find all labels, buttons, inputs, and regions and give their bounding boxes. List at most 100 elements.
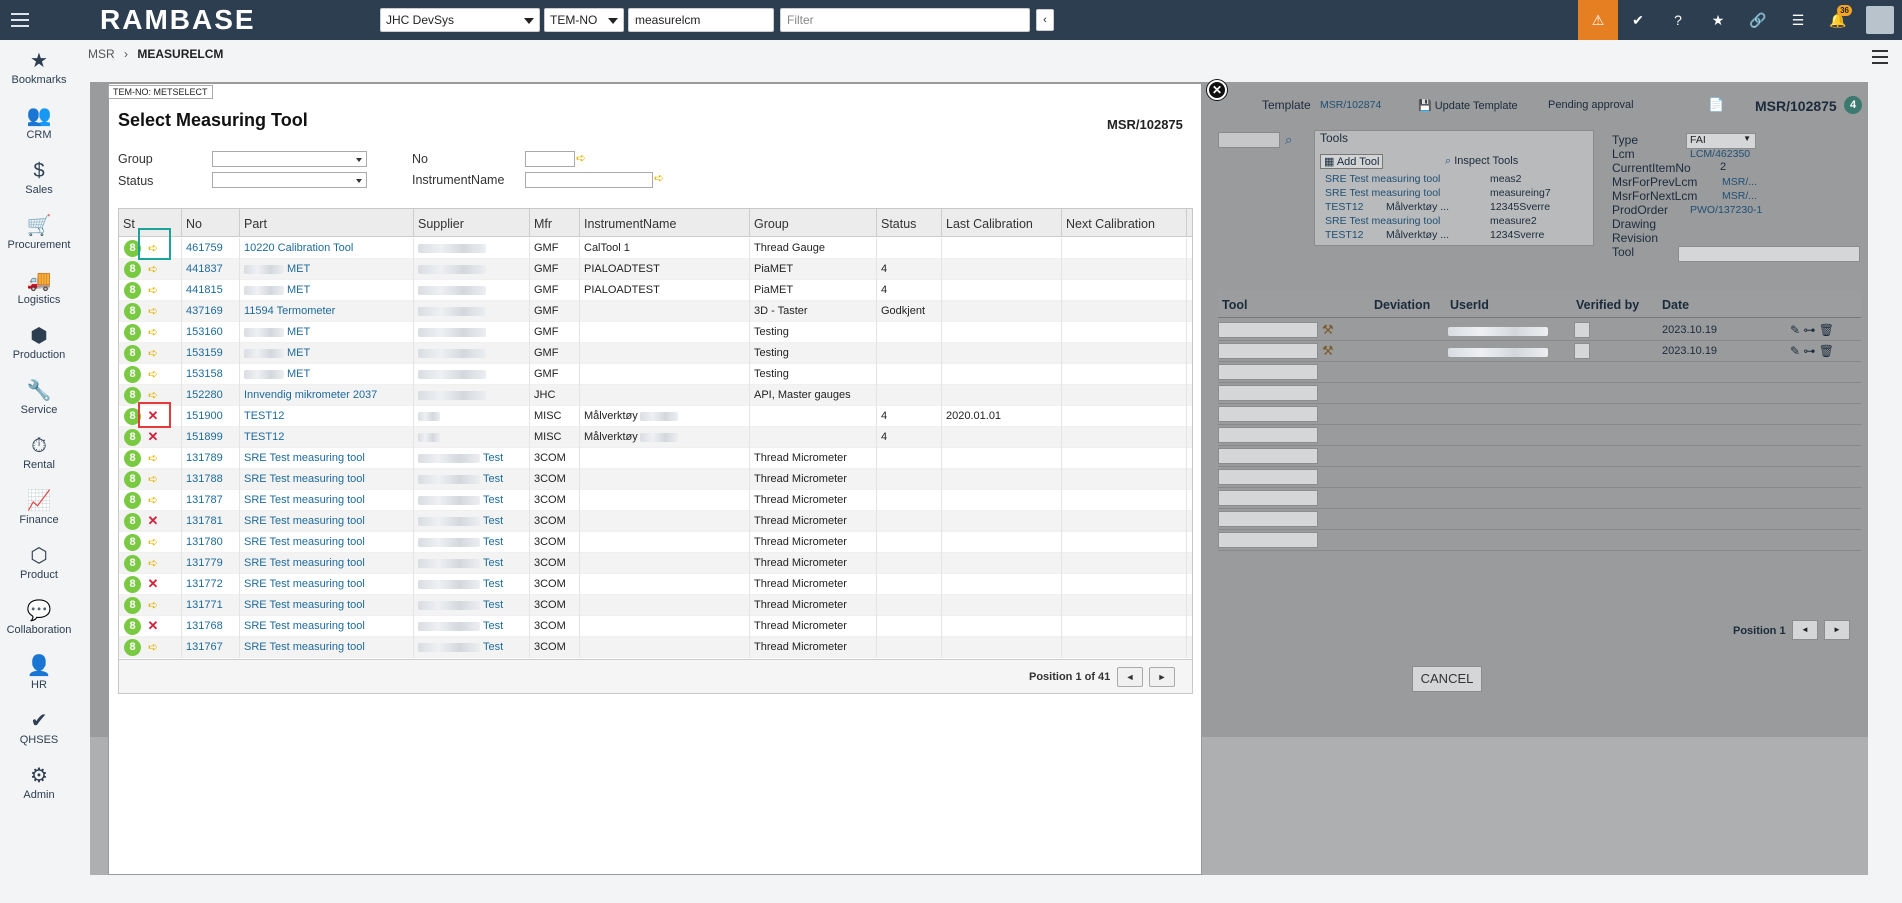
column-header-last-calibration[interactable]: Last Calibration bbox=[942, 209, 1062, 237]
tool-line-link[interactable]: SRE Test measuring tool bbox=[1325, 187, 1440, 199]
table-row[interactable]: 8 ➪ 131771 SRE Test measuring tool Test 3COM T… bbox=[119, 595, 1192, 616]
supplier-link[interactable]: Test bbox=[414, 637, 530, 658]
tool-number-link[interactable]: 131768 bbox=[182, 616, 240, 637]
next-page-button[interactable]: ► bbox=[1149, 667, 1175, 687]
part-link[interactable]: 10220 Calibration Tool bbox=[240, 238, 414, 259]
part-link[interactable]: SRE Test measuring tool bbox=[240, 553, 414, 574]
supplier-link[interactable] bbox=[414, 364, 530, 385]
delete-icon[interactable]: 🗑 bbox=[1819, 344, 1834, 358]
tool-line-link[interactable]: TEST12 bbox=[1325, 229, 1364, 241]
supplier-link[interactable]: Test bbox=[414, 595, 530, 616]
go-arrow-icon[interactable]: ➪ bbox=[654, 172, 666, 184]
supplier-link[interactable] bbox=[414, 301, 530, 322]
supplier-link[interactable]: Test bbox=[414, 532, 530, 553]
background-tool-input[interactable] bbox=[1218, 322, 1318, 338]
tool-number-link[interactable]: 131788 bbox=[182, 469, 240, 490]
verified-checkbox[interactable] bbox=[1574, 343, 1590, 359]
part-link[interactable]: SRE Test measuring tool bbox=[240, 637, 414, 658]
background-tool-input[interactable] bbox=[1218, 343, 1318, 359]
sidebar-item-finance[interactable]: 📈 Finance bbox=[0, 480, 78, 535]
background-prev-button[interactable]: ◄ bbox=[1792, 620, 1818, 640]
prop-link[interactable]: PWO/137230-1 bbox=[1690, 204, 1762, 216]
table-row[interactable]: 8 ✕ 131768 SRE Test measuring tool Test 3COM T… bbox=[119, 616, 1192, 637]
tool-icon[interactable]: ⚒ bbox=[1322, 343, 1334, 359]
language-select[interactable]: TEM-NO bbox=[544, 8, 624, 32]
link-icon[interactable]: 🔗 bbox=[1738, 0, 1778, 40]
part-link[interactable]: SRE Test measuring tool bbox=[240, 574, 414, 595]
background-tool-input[interactable] bbox=[1218, 469, 1318, 485]
add-tool-button[interactable]: ▦ Add Tool bbox=[1320, 154, 1384, 169]
select-arrow-icon[interactable]: ➪ bbox=[146, 533, 160, 551]
prop-link[interactable]: LCM/462350 bbox=[1690, 148, 1750, 160]
type-select[interactable]: FAI ▼ bbox=[1686, 133, 1756, 149]
table-row[interactable]: 8 ➪ 461759 10220 Calibration Tool GMF CalTool… bbox=[119, 238, 1192, 259]
sidebar-item-hr[interactable]: 👤 HR bbox=[0, 645, 78, 700]
tool-number-link[interactable]: 153160 bbox=[182, 322, 240, 343]
breadcrumb-parent[interactable]: MSR bbox=[88, 47, 115, 61]
tool-number-link[interactable]: 131767 bbox=[182, 637, 240, 658]
table-row[interactable]: 8 ➪ 131787 SRE Test measuring tool Test 3COM T… bbox=[119, 490, 1192, 511]
tool-number-link[interactable]: 131787 bbox=[182, 490, 240, 511]
tool-number-link[interactable]: 131780 bbox=[182, 532, 240, 553]
column-header-mfr[interactable]: Mfr bbox=[530, 209, 580, 237]
part-link[interactable]: SRE Test measuring tool bbox=[240, 532, 414, 553]
supplier-link[interactable] bbox=[414, 280, 530, 301]
supplier-link[interactable] bbox=[414, 238, 530, 259]
table-row[interactable]: 8 ➪ 152280 Innvendig mikrometer 2037 JHC API,… bbox=[119, 385, 1192, 406]
split-icon[interactable]: ⊶ bbox=[1803, 344, 1815, 358]
table-row[interactable]: 8 ➪ 131788 SRE Test measuring tool Test 3COM T… bbox=[119, 469, 1192, 490]
table-row[interactable]: 8 ➪ 131780 SRE Test measuring tool Test 3COM T… bbox=[119, 532, 1192, 553]
table-row[interactable]: 8 ➪ 131779 SRE Test measuring tool Test 3COM T… bbox=[119, 553, 1192, 574]
table-row[interactable]: 8 ✕ 151900 TEST12 MISC Målverktøy 4 2020.01.01 bbox=[119, 406, 1192, 427]
supplier-link[interactable]: Test bbox=[414, 448, 530, 469]
select-arrow-icon[interactable]: ➪ bbox=[146, 323, 160, 341]
tool-number-link[interactable]: 441837 bbox=[182, 259, 240, 280]
tool-number-link[interactable]: 131779 bbox=[182, 553, 240, 574]
part-link[interactable]: 11594 Termometer bbox=[240, 301, 414, 322]
table-row[interactable]: 8 ➪ 153160 MET GMF Testing bbox=[119, 322, 1192, 343]
table-row[interactable]: 8 ➪ 153159 MET GMF Testing bbox=[119, 343, 1192, 364]
edit-icon[interactable]: ✎ bbox=[1790, 344, 1800, 358]
part-link[interactable]: MET bbox=[240, 322, 414, 343]
tool-number-link[interactable]: 151899 bbox=[182, 427, 240, 448]
edit-icon[interactable]: ✎ bbox=[1790, 323, 1800, 337]
supplier-link[interactable]: Test bbox=[414, 511, 530, 532]
group-select[interactable] bbox=[212, 151, 367, 167]
main-menu-icon[interactable] bbox=[0, 0, 40, 40]
select-arrow-icon[interactable]: ➪ bbox=[146, 302, 160, 320]
supplier-link[interactable]: Test bbox=[414, 616, 530, 637]
column-header-part[interactable]: Part bbox=[240, 209, 414, 237]
tool-line-link[interactable]: SRE Test measuring tool bbox=[1325, 215, 1440, 227]
reject-x-icon[interactable]: ✕ bbox=[146, 512, 160, 530]
part-link[interactable]: SRE Test measuring tool bbox=[240, 448, 414, 469]
check-badge-icon[interactable]: ✔ bbox=[1618, 0, 1658, 40]
select-arrow-icon[interactable]: ➪ bbox=[146, 365, 160, 383]
select-arrow-icon[interactable]: ➪ bbox=[146, 449, 160, 467]
tool-number-link[interactable]: 131789 bbox=[182, 448, 240, 469]
reject-x-icon[interactable]: ✕ bbox=[146, 428, 160, 446]
background-tool-input[interactable] bbox=[1218, 385, 1318, 401]
background-tool-input[interactable] bbox=[1218, 532, 1318, 548]
supplier-link[interactable]: Test bbox=[414, 490, 530, 511]
star-icon[interactable]: ★ bbox=[1698, 0, 1738, 40]
tool-number-link[interactable]: 131772 bbox=[182, 574, 240, 595]
part-link[interactable]: TEST12 bbox=[240, 427, 414, 448]
user-avatar[interactable] bbox=[1858, 0, 1902, 40]
part-link[interactable]: MET bbox=[240, 343, 414, 364]
document-icon[interactable]: 📄 bbox=[1708, 97, 1724, 113]
verified-checkbox[interactable] bbox=[1574, 322, 1590, 338]
bell-icon[interactable]: 🔔 36 bbox=[1818, 0, 1858, 40]
tool-number-link[interactable]: 131781 bbox=[182, 511, 240, 532]
inspect-tools-button[interactable]: ⌕ Inspect Tools bbox=[1445, 155, 1518, 168]
tool-number-link[interactable]: 441815 bbox=[182, 280, 240, 301]
sidebar-item-production[interactable]: ⬢ Production bbox=[0, 315, 78, 370]
table-row[interactable]: 8 ✕ 151899 TEST12 MISC Målverktøy 4 bbox=[119, 427, 1192, 448]
table-row[interactable]: 8 ➪ 131789 SRE Test measuring tool Test 3COM T… bbox=[119, 448, 1192, 469]
row-actions[interactable]: ✎ ⊶ 🗑 bbox=[1790, 323, 1834, 337]
tool-number-link[interactable]: 461759 bbox=[182, 238, 240, 259]
supplier-link[interactable] bbox=[414, 406, 530, 427]
part-link[interactable]: MET bbox=[240, 259, 414, 280]
background-select[interactable] bbox=[1218, 132, 1280, 148]
prop-link[interactable]: MSR/... bbox=[1722, 190, 1757, 202]
background-tool-input[interactable] bbox=[1218, 448, 1318, 464]
